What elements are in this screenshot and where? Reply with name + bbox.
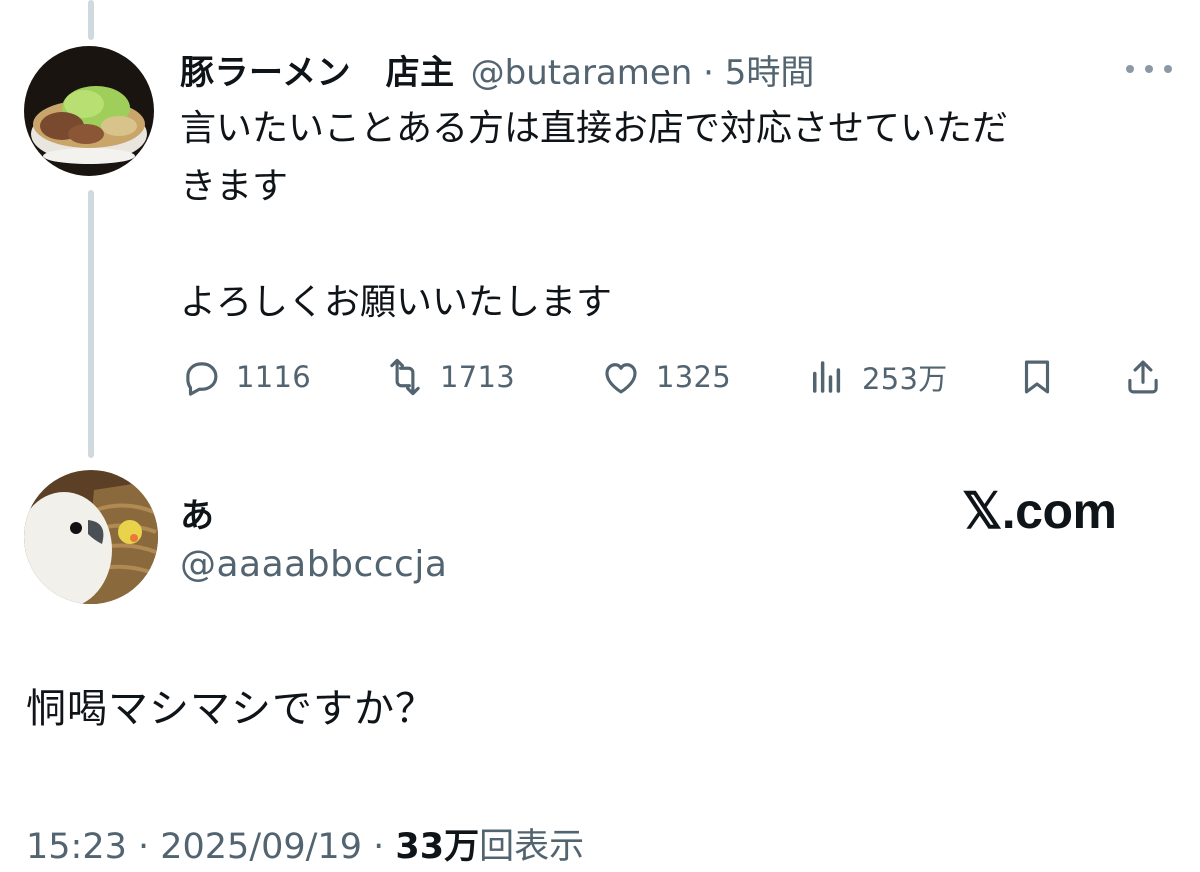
- tweet-timestamp[interactable]: 15:23 · 2025/09/19 ·: [26, 827, 395, 867]
- retweet-icon: [390, 358, 420, 396]
- reply-avatar[interactable]: [24, 470, 158, 604]
- views-button[interactable]: 253万: [806, 352, 948, 402]
- tweet-action-bar: 1116 1713 1325 253万: [180, 352, 1170, 402]
- heart-icon: [605, 363, 637, 394]
- bookmark-icon: [1024, 360, 1050, 394]
- thread-connector: [88, 190, 94, 458]
- parent-tweet-text: 言いたいことある方は直接お店で対応させていただ きます よろしくお願いいたします: [180, 108, 1009, 323]
- reply-count: 1116: [236, 360, 312, 394]
- views-label: 回表示: [479, 827, 585, 867]
- views-count: 33万: [395, 827, 480, 867]
- parent-avatar[interactable]: [24, 46, 154, 176]
- parent-tweet-header: 豚ラーメン 店主 @butaramen · 5時間: [180, 44, 814, 94]
- bookmark-button[interactable]: [1016, 352, 1072, 402]
- share-icon: [1128, 360, 1158, 394]
- reply-button[interactable]: 1116: [180, 352, 311, 402]
- reply-display-name[interactable]: あ: [180, 488, 214, 537]
- x-com-watermark: 𝕏.com: [962, 483, 1117, 539]
- analytics-bars-icon: [813, 361, 841, 393]
- cockatoo-avatar-image: [24, 470, 158, 604]
- like-button[interactable]: 1325: [600, 352, 731, 402]
- tweet-meta: 15:23 · 2025/09/19 · 33万回表示: [26, 818, 584, 869]
- like-count: 1325: [656, 360, 732, 394]
- reply-tweet-text: 恫喝マシマシですか？: [26, 686, 436, 732]
- ramen-avatar-image: [24, 46, 154, 176]
- more-dots-icon[interactable]: [1126, 54, 1172, 84]
- retweet-button[interactable]: 1713: [384, 352, 515, 402]
- parent-display-name[interactable]: 豚ラーメン 店主: [180, 45, 455, 94]
- thread-connector-top: [88, 0, 94, 40]
- parent-handle-time[interactable]: @butaramen · 5時間: [471, 45, 815, 94]
- reply-bubble-icon: [186, 362, 218, 396]
- reply-handle[interactable]: @aaaabbcccja: [180, 544, 447, 585]
- views-count-parent: 253万: [862, 362, 948, 396]
- share-button[interactable]: [1122, 352, 1178, 402]
- retweet-count: 1713: [440, 360, 516, 394]
